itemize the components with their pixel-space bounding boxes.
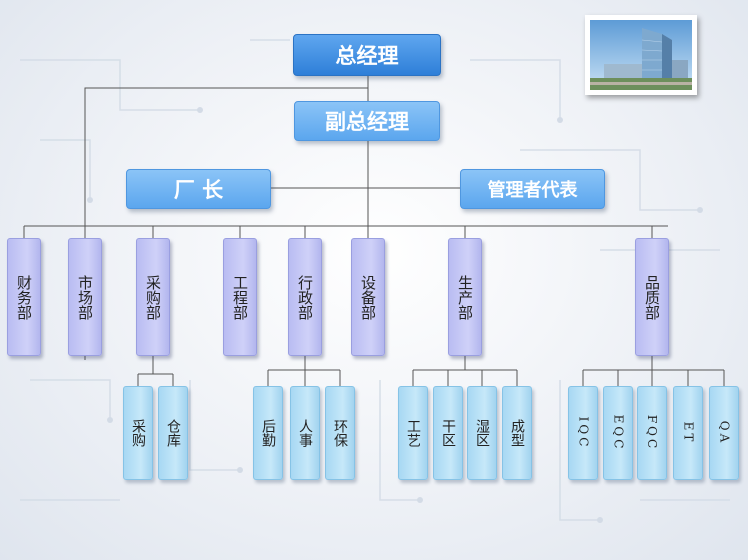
sub-logistics[interactable]: 后勤 [253,386,283,480]
sub-eqc-label: EQC [611,414,625,452]
sub-et[interactable]: ET [673,386,703,480]
office-building-photo [585,15,697,95]
dept-purchasing[interactable]: 采购部 [136,238,170,356]
sub-wet-zone[interactable]: 湿区 [467,386,497,480]
dept-engineering[interactable]: 工程部 [223,238,257,356]
sub-molding[interactable]: 成型 [502,386,532,480]
sub-iqc[interactable]: IQC [568,386,598,480]
dept-finance[interactable]: 财务部 [7,238,41,356]
sub-qa-label: QA [716,420,731,446]
dept-production[interactable]: 生产部 [448,238,482,356]
sub-process[interactable]: 工艺 [398,386,428,480]
dept-administration[interactable]: 行政部 [288,238,322,356]
office-building-icon [590,20,692,90]
sub-human-resources[interactable]: 人事 [290,386,320,480]
dept-quality[interactable]: 品质部 [635,238,669,356]
deputy-manager-box[interactable]: 副总经理 [294,101,440,141]
sub-environmental[interactable]: 环保 [325,386,355,480]
sub-dry-zone[interactable]: 干区 [433,386,463,480]
sub-fqc[interactable]: FQC [637,386,667,480]
dept-equipment[interactable]: 设备部 [351,238,385,356]
management-representative-box[interactable]: 管理者代表 [460,169,605,209]
factory-manager-box[interactable]: 厂 长 [126,169,271,209]
sub-purchasing[interactable]: 采购 [123,386,153,480]
ceo-box[interactable]: 总经理 [293,34,441,76]
sub-qa[interactable]: QA [709,386,739,480]
sub-iqc-label: IQC [576,416,591,450]
sub-eqc[interactable]: EQC [603,386,633,480]
sub-fqc-label: FQC [645,414,660,452]
dept-marketing[interactable]: 市场部 [68,238,102,356]
sub-et-label: ET [680,421,695,445]
sub-warehouse[interactable]: 仓库 [158,386,188,480]
